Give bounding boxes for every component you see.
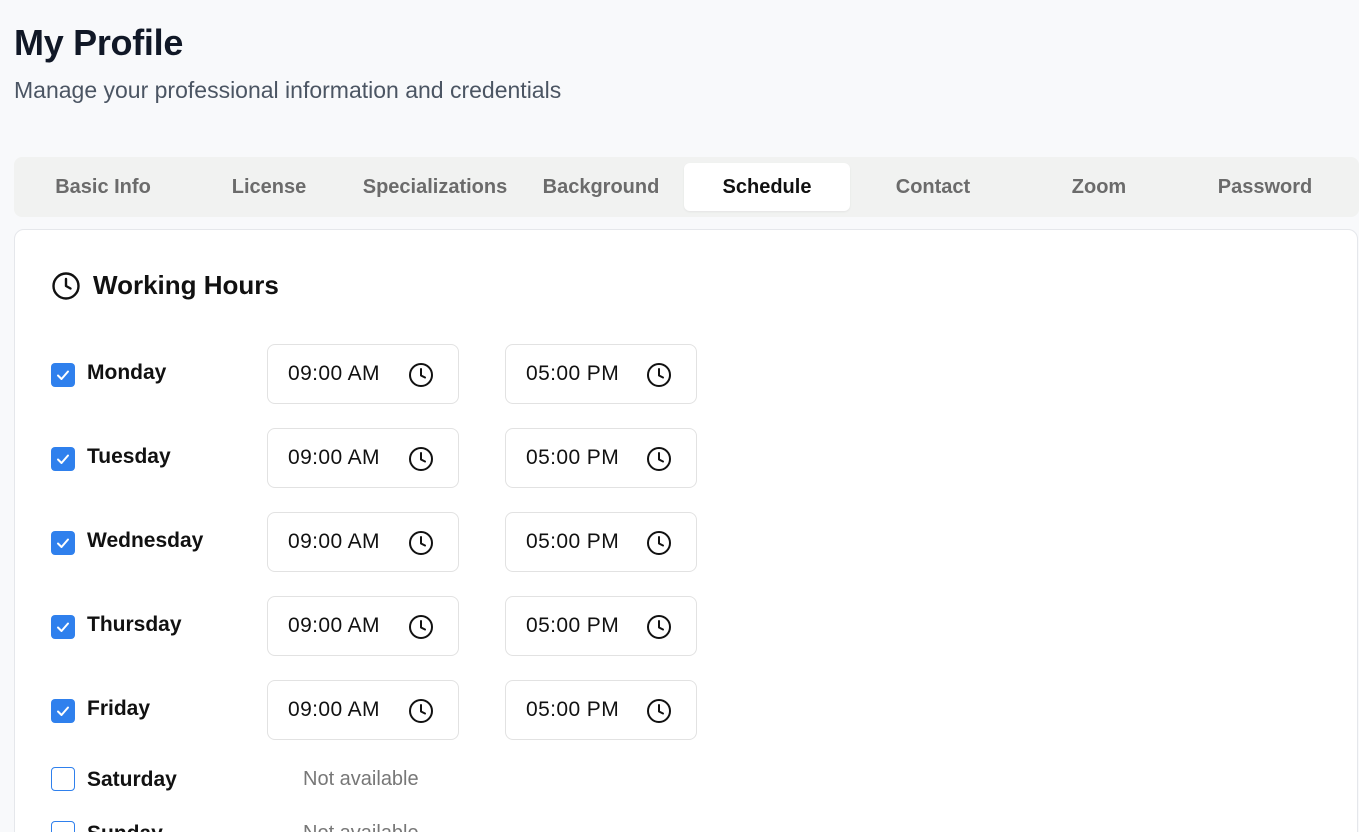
not-available-label: Not available: [303, 822, 419, 832]
clock-icon[interactable]: [646, 614, 672, 640]
start-time-input[interactable]: 09:00 AM: [267, 512, 459, 572]
end-time-input[interactable]: 05:00 PM: [505, 680, 697, 740]
clock-icon[interactable]: [408, 698, 434, 724]
tab-bar: Basic Info License Specializations Backg…: [14, 157, 1359, 217]
start-time-input[interactable]: 09:00 AM: [267, 596, 459, 656]
tab-schedule[interactable]: Schedule: [684, 163, 850, 211]
day-row-tuesday: Tuesday 09:00 AM to 05:00 PM: [51, 428, 751, 488]
clock-icon[interactable]: [646, 530, 672, 556]
tab-license[interactable]: License: [186, 163, 352, 211]
day-row-monday: Monday 09:00 AM to 05:00 PM: [51, 344, 751, 404]
clock-icon[interactable]: [408, 530, 434, 556]
start-time-value: 09:00 AM: [288, 698, 380, 721]
start-time-input[interactable]: 09:00 AM: [267, 428, 459, 488]
clock-icon[interactable]: [646, 446, 672, 472]
section-header: Working Hours: [51, 270, 279, 301]
day-label: Sunday: [87, 822, 163, 832]
page-subtitle: Manage your professional information and…: [14, 77, 562, 103]
tab-specializations[interactable]: Specializations: [352, 163, 518, 211]
day-label: Saturday: [87, 768, 177, 791]
clock-icon: [52, 271, 80, 300]
monday-checkbox[interactable]: [51, 363, 75, 387]
day-row-sunday: Sunday Not available: [51, 820, 751, 832]
section-title: Working Hours: [93, 270, 279, 300]
tuesday-checkbox[interactable]: [51, 447, 75, 471]
clock-icon[interactable]: [408, 446, 434, 472]
page-title: My Profile: [14, 22, 184, 63]
day-label: Monday: [87, 361, 167, 384]
saturday-checkbox[interactable]: [51, 767, 75, 791]
schedule-card: Working Hours Monday 09:00 AM to 05:00 P…: [14, 229, 1358, 832]
clock-icon[interactable]: [408, 614, 434, 640]
not-available-label: Not available: [303, 768, 419, 790]
tab-contact[interactable]: Contact: [850, 163, 1016, 211]
sunday-checkbox[interactable]: [51, 821, 75, 832]
day-label: Wednesday: [87, 529, 204, 552]
end-time-value: 05:00 PM: [526, 698, 620, 721]
clock-icon[interactable]: [408, 362, 434, 388]
day-row-saturday: Saturday Not available: [51, 766, 751, 794]
checkmark-icon: [57, 706, 69, 716]
checkmark-icon: [57, 454, 69, 464]
start-time-value: 09:00 AM: [288, 362, 380, 385]
start-time-input[interactable]: 09:00 AM: [267, 680, 459, 740]
end-time-value: 05:00 PM: [526, 362, 620, 385]
day-row-thursday: Thursday 09:00 AM to 05:00 PM: [51, 596, 751, 656]
day-label: Friday: [87, 697, 151, 720]
start-time-value: 09:00 AM: [288, 614, 380, 637]
profile-page: My Profile Manage your professional info…: [0, 0, 1359, 832]
tab-basic-info[interactable]: Basic Info: [20, 163, 186, 211]
tab-password[interactable]: Password: [1182, 163, 1348, 211]
end-time-value: 05:00 PM: [526, 446, 620, 469]
clock-icon[interactable]: [646, 698, 672, 724]
friday-checkbox[interactable]: [51, 699, 75, 723]
clock-icon[interactable]: [646, 362, 672, 388]
tab-background[interactable]: Background: [518, 163, 684, 211]
day-label: Tuesday: [87, 445, 171, 468]
end-time-value: 05:00 PM: [526, 530, 620, 553]
end-time-value: 05:00 PM: [526, 614, 620, 637]
end-time-input[interactable]: 05:00 PM: [505, 344, 697, 404]
day-row-friday: Friday 09:00 AM to 05:00 PM: [51, 680, 751, 740]
checkmark-icon: [57, 622, 69, 632]
start-time-value: 09:00 AM: [288, 446, 380, 469]
checkmark-icon: [57, 538, 69, 548]
checkmark-icon: [57, 370, 69, 380]
start-time-input[interactable]: 09:00 AM: [267, 344, 459, 404]
thursday-checkbox[interactable]: [51, 615, 75, 639]
day-row-wednesday: Wednesday 09:00 AM to 05:00 PM: [51, 512, 751, 572]
day-label: Thursday: [87, 613, 182, 636]
wednesday-checkbox[interactable]: [51, 531, 75, 555]
end-time-input[interactable]: 05:00 PM: [505, 428, 697, 488]
tab-zoom[interactable]: Zoom: [1016, 163, 1182, 211]
start-time-value: 09:00 AM: [288, 530, 380, 553]
end-time-input[interactable]: 05:00 PM: [505, 512, 697, 572]
end-time-input[interactable]: 05:00 PM: [505, 596, 697, 656]
